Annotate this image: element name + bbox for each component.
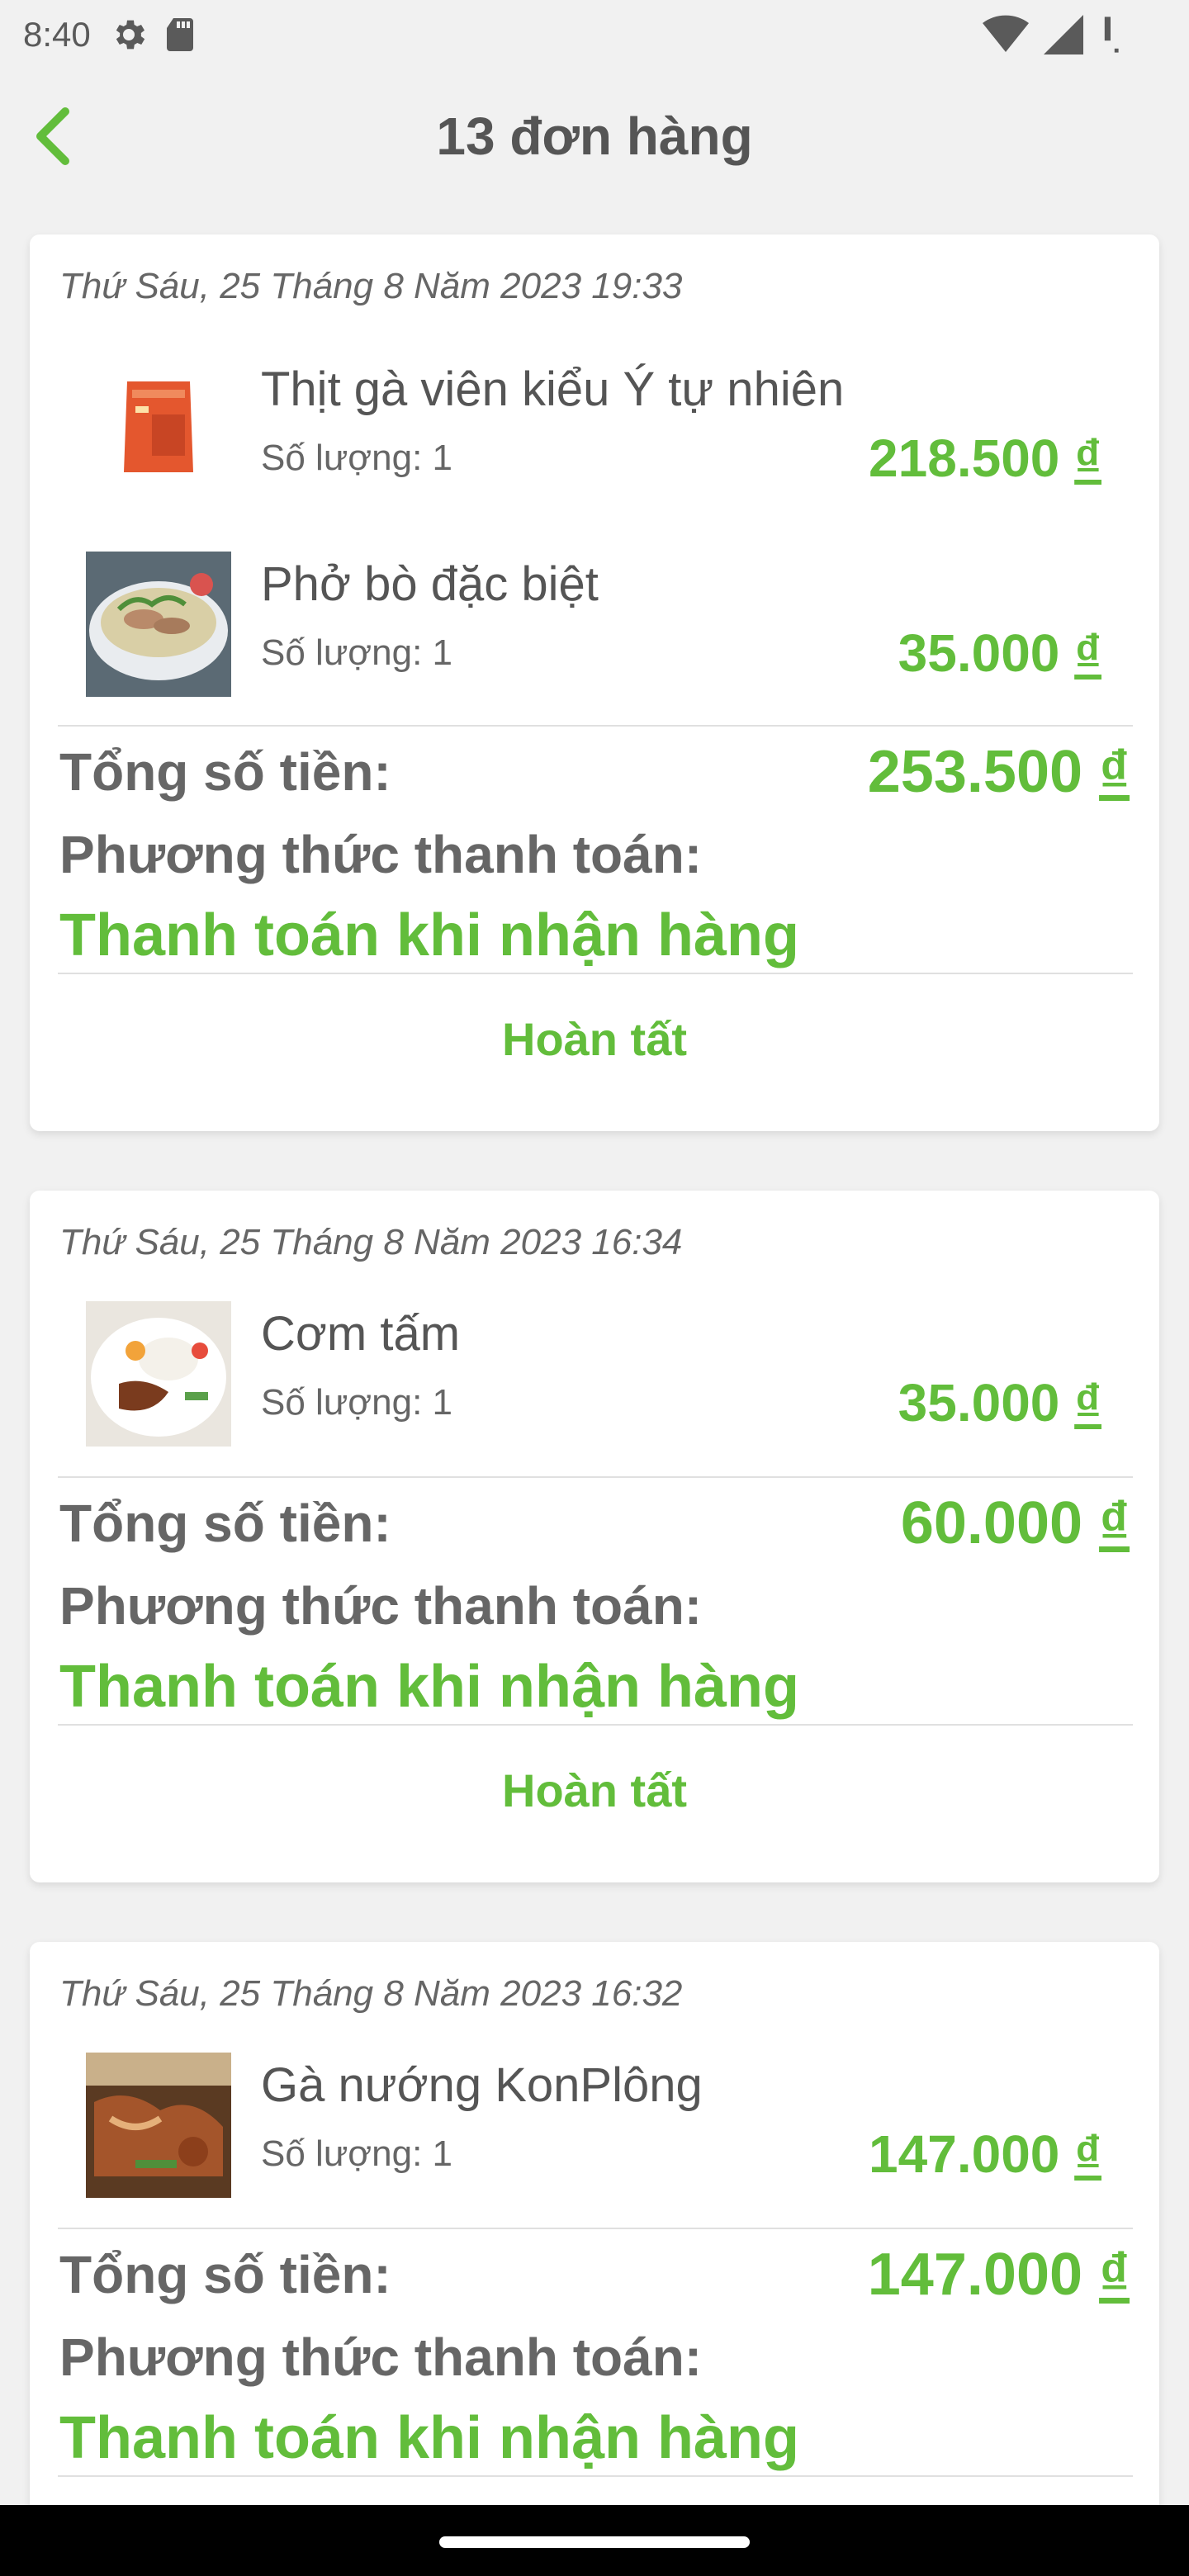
total-label: Tổng số tiền: — [59, 742, 391, 802]
total-value: 147.000 ₫ — [867, 2242, 1130, 2308]
item-price: 218.500 ₫ — [869, 429, 1101, 488]
order-item[interactable]: Thịt gà viên kiểu Ý tự nhiên Số lượng: 1… — [30, 357, 1159, 505]
total-label: Tổng số tiền: — [59, 2245, 391, 2304]
sd-card-icon — [166, 18, 193, 51]
divider — [58, 2475, 1133, 2477]
divider — [58, 973, 1133, 974]
item-name: Thịt gà viên kiểu Ý tự nhiên — [261, 362, 845, 416]
product-image — [86, 2053, 231, 2198]
divider — [58, 2228, 1133, 2229]
order-status-button[interactable]: Hoàn tất — [30, 1764, 1159, 1817]
page-title: 13 đơn hàng — [436, 107, 753, 166]
payment-label: Phương thức thanh toán: — [59, 1576, 703, 1636]
order-date: Thứ Sáu, 25 Tháng 8 Năm 2023 19:33 — [59, 266, 683, 306]
item-price: 147.000 ₫ — [869, 2124, 1101, 2184]
item-quantity: Số lượng: 1 — [261, 632, 452, 673]
item-quantity: Số lượng: 1 — [261, 438, 452, 478]
payment-method: Thanh toán khi nhận hàng — [59, 2405, 799, 2471]
order-card[interactable]: Thứ Sáu, 25 Tháng 8 Năm 2023 16:32 Gà nư… — [30, 1942, 1159, 2536]
divider — [58, 1476, 1133, 1478]
product-image — [86, 1301, 231, 1447]
back-button[interactable] — [17, 99, 91, 173]
product-image — [86, 552, 231, 697]
total-value: 253.500 ₫ — [867, 739, 1130, 805]
item-name: Gà nướng KonPlông — [261, 2058, 703, 2112]
item-quantity: Số lượng: 1 — [261, 2133, 452, 2174]
chevron-left-icon — [36, 107, 69, 165]
payment-label: Phương thức thanh toán: — [59, 825, 703, 884]
wifi-icon — [983, 15, 1029, 53]
product-image — [86, 357, 231, 502]
order-item[interactable]: Gà nướng KonPlông Số lượng: 1 147.000 ₫ — [30, 2053, 1159, 2201]
payment-method: Thanh toán khi nhận hàng — [59, 1654, 799, 1720]
app-bar: 13 đơn hàng — [0, 83, 1189, 190]
payment-method: Thanh toán khi nhận hàng — [59, 902, 799, 968]
total-label: Tổng số tiền: — [59, 1494, 391, 1553]
order-date: Thứ Sáu, 25 Tháng 8 Năm 2023 16:32 — [59, 1973, 683, 2014]
item-price: 35.000 ₫ — [898, 623, 1101, 683]
order-card[interactable]: Thứ Sáu, 25 Tháng 8 Năm 2023 16:34 Cơm t… — [30, 1191, 1159, 1882]
item-quantity: Số lượng: 1 — [261, 1382, 452, 1423]
signal-icon — [1044, 15, 1083, 54]
order-card[interactable]: Thứ Sáu, 25 Tháng 8 Năm 2023 19:33 Thịt … — [30, 234, 1159, 1131]
gear-icon — [116, 20, 144, 50]
divider — [58, 1724, 1133, 1726]
order-item[interactable]: Cơm tấm Số lượng: 1 35.000 ₫ — [30, 1301, 1159, 1450]
system-nav-bar — [0, 2505, 1189, 2576]
home-gesture-handle[interactable] — [439, 2536, 750, 2548]
status-right-icons — [983, 15, 1123, 54]
order-item[interactable]: Phở bò đặc biệt Số lượng: 1 35.000 ₫ — [30, 552, 1159, 700]
item-name: Phở bò đặc biệt — [261, 557, 599, 611]
item-name: Cơm tấm — [261, 1307, 461, 1361]
battery-icon — [1104, 17, 1119, 53]
total-value: 60.000 ₫ — [900, 1490, 1130, 1556]
status-bar: 8:40 — [0, 0, 1189, 69]
status-time: 8:40 — [23, 15, 91, 54]
item-price: 35.000 ₫ — [898, 1373, 1101, 1432]
payment-label: Phương thức thanh toán: — [59, 2327, 703, 2387]
order-date: Thứ Sáu, 25 Tháng 8 Năm 2023 16:34 — [59, 1222, 683, 1262]
divider — [58, 725, 1133, 727]
order-status-button[interactable]: Hoàn tất — [30, 1012, 1159, 1066]
